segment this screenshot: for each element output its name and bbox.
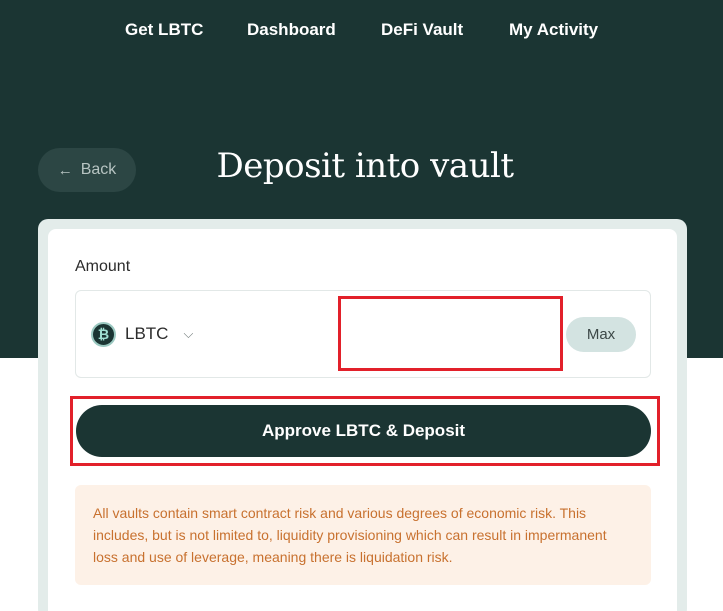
nav-get-lbtc[interactable]: Get LBTC <box>125 20 203 40</box>
top-nav: Get LBTC Dashboard DeFi Vault My Activit… <box>0 20 723 48</box>
risk-warning: All vaults contain smart contract risk a… <box>75 485 651 585</box>
max-button[interactable]: Max <box>566 317 636 352</box>
approve-deposit-button[interactable]: Approve LBTC & Deposit <box>76 405 651 457</box>
bitcoin-icon: ₿ <box>91 321 116 347</box>
page-title: Deposit into vault <box>216 146 514 186</box>
arrow-left-icon: ← <box>57 161 73 179</box>
chevron-down-icon: ⌵ <box>183 326 194 341</box>
nav-dashboard[interactable]: Dashboard <box>247 20 336 40</box>
token-selector[interactable]: ₿ LBTC ⌵ <box>91 320 193 348</box>
amount-label: Amount <box>75 258 131 275</box>
token-symbol: LBTC <box>125 324 169 343</box>
nav-my-activity[interactable]: My Activity <box>509 20 598 40</box>
back-label: Back <box>80 161 117 178</box>
amount-input[interactable] <box>338 296 563 371</box>
back-button[interactable]: ← Back <box>38 148 136 192</box>
nav-defi-vault[interactable]: DeFi Vault <box>381 20 463 40</box>
